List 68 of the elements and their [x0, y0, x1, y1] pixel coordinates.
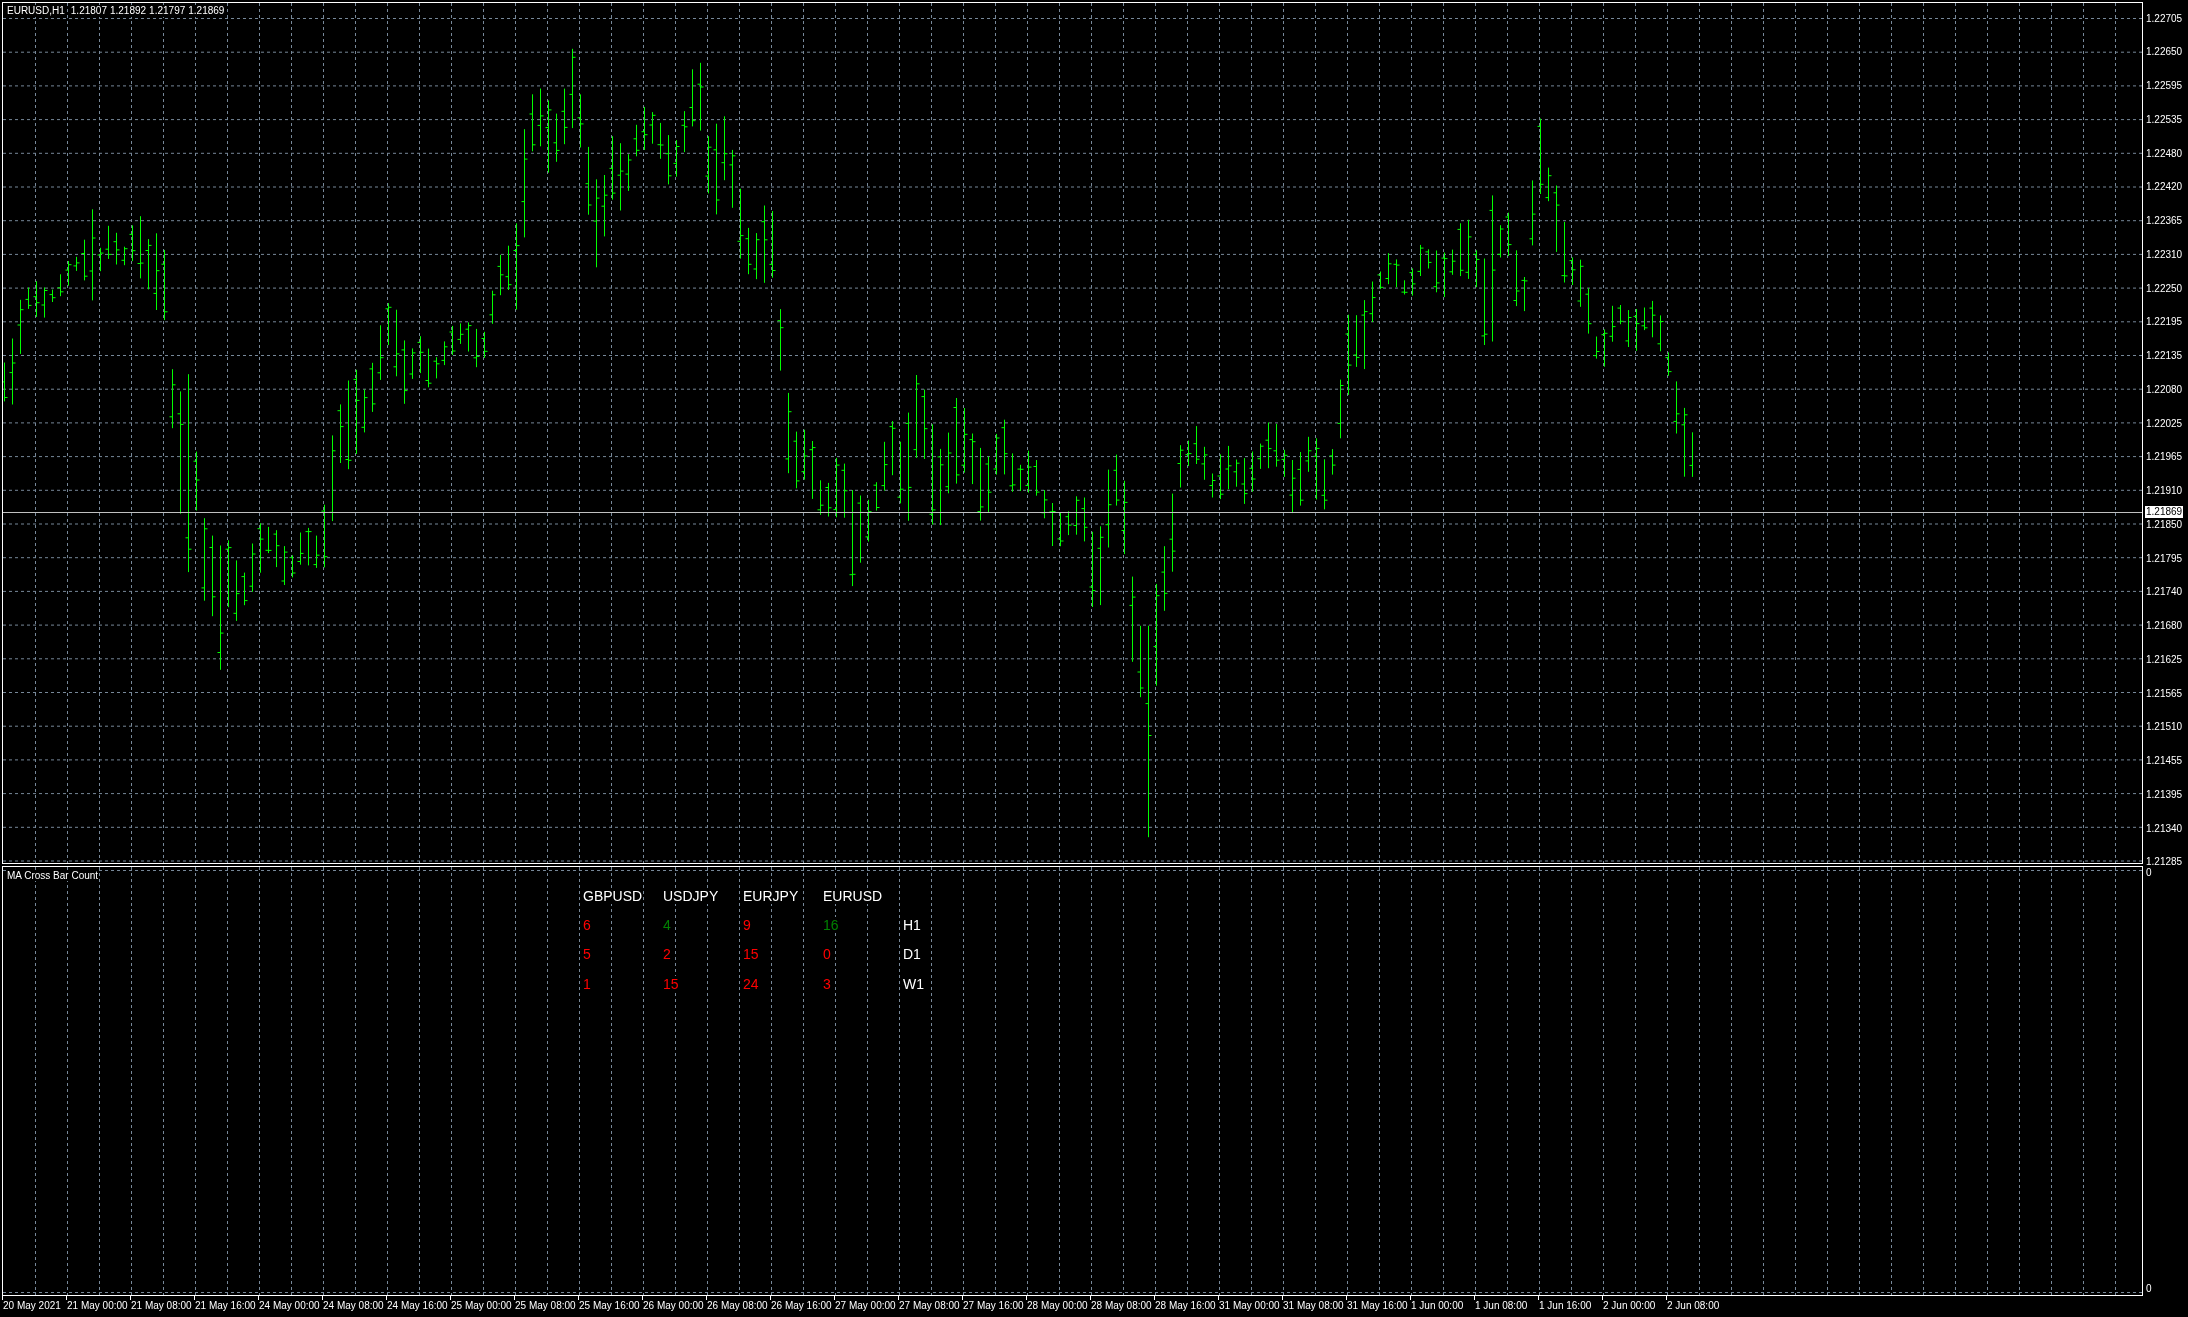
price-label: 1.22365 [2146, 215, 2183, 227]
time-label: 25 May 16:00 [578, 1300, 640, 1312]
ohlc-value: 1.21892 [109, 5, 147, 17]
count-value: 16 [823, 916, 839, 933]
time-label: 26 May 16:00 [770, 1300, 832, 1312]
ohlc-value: 1.21807 [70, 5, 107, 17]
price-label: 1.21455 [2146, 755, 2183, 767]
price-label: 1.22595 [2146, 80, 2183, 92]
time-label: 27 May 00:00 [834, 1300, 896, 1312]
column-header: GBPUSD [583, 888, 643, 904]
time-label: 26 May 00:00 [642, 1300, 704, 1312]
price-label: 1.22025 [2146, 417, 2183, 430]
price-label: 1.22250 [2146, 282, 2183, 295]
price-label: 1.21625 [2146, 653, 2183, 666]
price-label: 1.21965 [2146, 451, 2183, 464]
time-label: 31 May 16:00 [1346, 1300, 1408, 1312]
time-label: 2 Jun 08:00 [1666, 1300, 1720, 1312]
price-label: 1.22650 [2146, 46, 2183, 59]
current-price-label: 1.21869 [2145, 506, 2184, 518]
time-label: 28 May 08:00 [1090, 1300, 1152, 1312]
time-label: 28 May 00:00 [1026, 1300, 1088, 1312]
time-label: 21 May 08:00 [130, 1300, 192, 1312]
price-label: 1.21850 [2146, 518, 2183, 531]
price-label: 1.22480 [2146, 147, 2183, 160]
axis-value-label: 0 [2146, 1283, 2152, 1295]
time-label: 24 May 08:00 [322, 1300, 384, 1312]
price-label: 1.21395 [2146, 788, 2183, 801]
price-label: 1.22080 [2146, 383, 2183, 396]
time-label: 21 May 00:00 [66, 1300, 128, 1312]
time-label: 31 May 08:00 [1282, 1300, 1344, 1312]
time-label: 31 May 00:00 [1218, 1300, 1280, 1312]
count-value: 15 [663, 975, 679, 992]
price-label: 1.21510 [2146, 721, 2183, 734]
price-label: 1.21340 [2146, 822, 2183, 835]
time-label: 2 Jun 00:00 [1602, 1300, 1656, 1312]
price-label: 1.21910 [2146, 485, 2183, 497]
price-label: 1.21740 [2146, 586, 2183, 599]
chart-symbol-label: EURUSD,H1 [7, 5, 65, 17]
price-label: 1.22535 [2146, 113, 2183, 126]
ohlc-value: 1.21797 [149, 5, 186, 17]
price-label: 1.22705 [2146, 12, 2183, 25]
price-label: 1.22420 [2146, 181, 2183, 194]
column-header: USDJPY [663, 888, 719, 904]
time-label: 1 Jun 00:00 [1410, 1300, 1464, 1312]
price-label: 1.21680 [2146, 620, 2183, 632]
axis-value-label: 0 [2146, 867, 2152, 879]
price-label: 1.21285 [2146, 856, 2183, 868]
indicator-title: MA Cross Bar Count [7, 870, 99, 881]
time-label: 25 May 00:00 [450, 1300, 512, 1312]
price-label: 1.22310 [2146, 248, 2183, 261]
price-label: 1.21565 [2146, 687, 2183, 700]
price-label: 1.22195 [2146, 316, 2183, 329]
time-label: 24 May 16:00 [386, 1300, 448, 1312]
time-label: 21 May 16:00 [194, 1300, 256, 1312]
time-label: 27 May 08:00 [898, 1300, 960, 1312]
time-label: 1 Jun 08:00 [1474, 1300, 1528, 1312]
time-label: 20 May 2021 [2, 1300, 61, 1312]
time-label: 27 May 16:00 [962, 1300, 1024, 1312]
ohlc-value: 1.21869 [188, 5, 225, 17]
column-header: EURUSD [823, 888, 883, 904]
price-label: 1.21795 [2146, 552, 2183, 565]
price-label: 1.22135 [2146, 350, 2183, 362]
time-label: 1 Jun 16:00 [1538, 1300, 1592, 1312]
time-label: 25 May 08:00 [514, 1300, 576, 1312]
column-header: EURJPY [743, 888, 799, 904]
time-label: 24 May 00:00 [258, 1300, 320, 1312]
time-label: 26 May 08:00 [706, 1300, 768, 1312]
time-label: 28 May 16:00 [1154, 1300, 1216, 1312]
